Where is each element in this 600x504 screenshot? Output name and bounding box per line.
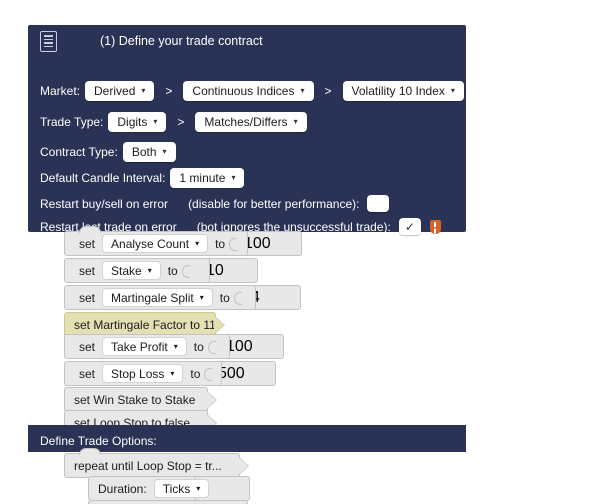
- chevron-down-icon: ▾: [195, 239, 200, 248]
- market-dropdown-submarket[interactable]: Continuous Indices ▾: [183, 81, 314, 101]
- candle-interval-row: Default Candle Interval: 1 minute ▾: [40, 168, 249, 188]
- market-dropdown-derived-label: Derived: [94, 84, 136, 98]
- trade-type-dropdown-type-label: Matches/Differs: [204, 115, 288, 129]
- analyse-count-dropdown[interactable]: Analyse Count ▾: [102, 234, 209, 253]
- value-plug: [233, 288, 246, 307]
- chevron-down-icon: ▾: [141, 86, 146, 95]
- to-keyword: to: [193, 339, 204, 354]
- block-set-stop-loss[interactable]: set Stop Loss ▾ to: [64, 361, 222, 386]
- set-keyword: set: [79, 290, 96, 305]
- candle-interval-dropdown-label: 1 minute: [179, 171, 226, 185]
- restart-last-trade-checkbox[interactable]: ✓: [398, 218, 421, 235]
- to-keyword: to: [167, 263, 178, 278]
- restart-buysell-checkbox[interactable]: [367, 195, 390, 212]
- chevron-down-icon: ▾: [199, 293, 204, 302]
- block-set-stake[interactable]: set Stake ▾ to: [64, 258, 210, 283]
- take-profit-dropdown-label: Take Profit: [111, 339, 168, 354]
- chevron-down-icon: ▾: [147, 266, 152, 275]
- restart-buysell-hint: (disable for better performance):: [188, 196, 360, 211]
- to-keyword: to: [190, 366, 201, 381]
- document-list-icon: [40, 31, 57, 52]
- restart-buysell-row: Restart buy/sell on error (disable for b…: [40, 195, 390, 212]
- win-stake-text: set Win Stake to Stake: [74, 392, 196, 407]
- to-keyword: to: [215, 236, 226, 251]
- chevron-down-icon: ▾: [450, 86, 455, 95]
- chevron-down-icon: ▾: [173, 342, 178, 351]
- block-top-tab: [79, 448, 101, 455]
- martingale-factor-text: set Martingale Factor to 11: [74, 317, 216, 332]
- warning-badge-icon[interactable]: [429, 219, 441, 234]
- stake-dropdown[interactable]: Stake ▾: [102, 261, 161, 280]
- stop-loss-dropdown-label: Stop Loss: [111, 366, 165, 381]
- block-set-analyse-count[interactable]: set Analyse Count ▾ to: [64, 226, 248, 256]
- block-partial-bottom[interactable]: [88, 500, 248, 504]
- chevron-down-icon: ▾: [170, 369, 175, 378]
- contract-type-dropdown-label: Both: [131, 145, 157, 159]
- block-notch: [214, 316, 224, 334]
- stop-loss-value[interactable]: 500: [218, 365, 245, 383]
- take-profit-dropdown[interactable]: Take Profit ▾: [102, 337, 187, 356]
- chevron-down-icon: ▾: [231, 173, 236, 182]
- screenshot-root: (1) Define your trade contract Market: D…: [0, 0, 600, 504]
- candle-interval-label: Default Candle Interval:: [40, 171, 166, 185]
- block-notch: [206, 391, 216, 409]
- block-duration[interactable]: Duration: Ticks ▾: [88, 476, 210, 501]
- stop-loss-dropdown[interactable]: Stop Loss ▾: [102, 364, 184, 383]
- trade-type-row: Trade Type: Digits ▾ > Matches/Differs ▾: [40, 112, 312, 132]
- trade-type-label: Trade Type:: [40, 115, 104, 129]
- duration-label: Duration:: [98, 481, 147, 496]
- define-trade-options-label: Define Trade Options:: [40, 434, 157, 448]
- candle-interval-dropdown[interactable]: 1 minute ▾: [170, 168, 245, 188]
- trade-type-dropdown-type[interactable]: Matches/Differs ▾: [195, 112, 307, 132]
- repeat-until-text: repeat until Loop Stop = tr...: [74, 458, 222, 473]
- chevron-down-icon: ▾: [162, 147, 167, 156]
- restart-buysell-label: Restart buy/sell on error: [40, 196, 169, 211]
- contract-type-dropdown[interactable]: Both ▾: [122, 142, 176, 162]
- take-profit-value[interactable]: 100: [226, 338, 253, 356]
- chevron-down-icon: ▾: [153, 117, 158, 126]
- market-dropdown-submarket-label: Continuous Indices: [192, 84, 295, 98]
- set-keyword: set: [79, 263, 96, 278]
- block-notch: [238, 457, 248, 475]
- analyse-count-value[interactable]: 100: [244, 235, 271, 253]
- panel-header: (1) Define your trade contract: [28, 25, 466, 57]
- market-dropdown-symbol-label: Volatility 10 Index: [351, 84, 445, 98]
- block-repeat-until[interactable]: repeat until Loop Stop = tr...: [64, 448, 248, 478]
- checkbox-glyph: ✓: [404, 219, 415, 234]
- trade-type-dropdown-category[interactable]: Digits ▾: [108, 112, 167, 132]
- value-plug: [204, 364, 216, 383]
- martingale-split-dropdown-label: Martingale Split: [111, 290, 194, 305]
- block-set-martingale-split[interactable]: set Martingale Split ▾ to: [64, 285, 256, 310]
- contract-type-row: Contract Type: Both ▾: [40, 142, 181, 162]
- duration-unit-dropdown[interactable]: Ticks ▾: [153, 479, 210, 498]
- market-dropdown-derived[interactable]: Derived ▾: [85, 81, 155, 101]
- set-keyword: set: [79, 339, 96, 354]
- set-keyword: set: [79, 366, 96, 381]
- block-top-tab: [79, 226, 101, 233]
- block-set-win-stake[interactable]: set Win Stake to Stake: [64, 387, 216, 412]
- chevron-down-icon: ▾: [196, 484, 201, 493]
- duration-unit-dropdown-label: Ticks: [162, 481, 191, 496]
- value-plug: [229, 234, 241, 253]
- market-row: Market: Derived ▾ > Continuous Indices ▾…: [40, 81, 469, 101]
- contract-type-label: Contract Type:: [40, 145, 118, 159]
- martingale-split-dropdown[interactable]: Martingale Split ▾: [102, 288, 213, 307]
- trade-type-dropdown-category-label: Digits: [117, 115, 148, 129]
- value-plug: [181, 261, 194, 280]
- market-dropdown-symbol[interactable]: Volatility 10 Index ▾: [342, 81, 464, 101]
- value-plug: [207, 337, 220, 356]
- market-separator-1: >: [165, 84, 173, 98]
- trade-contract-panel: (1) Define your trade contract Market: D…: [28, 25, 469, 255]
- page-title: (1) Define your trade contract: [100, 34, 263, 48]
- analyse-count-dropdown-label: Analyse Count: [111, 236, 190, 251]
- to-keyword: to: [219, 290, 230, 305]
- market-label: Market:: [40, 84, 81, 98]
- block-set-take-profit[interactable]: set Take Profit ▾ to: [64, 334, 230, 359]
- stake-dropdown-label: Stake: [111, 263, 142, 278]
- chevron-down-icon: ▾: [300, 86, 305, 95]
- market-separator-2: >: [324, 84, 332, 98]
- set-keyword: set: [79, 236, 96, 251]
- chevron-down-icon: ▾: [293, 117, 298, 126]
- trade-type-separator: >: [177, 115, 185, 129]
